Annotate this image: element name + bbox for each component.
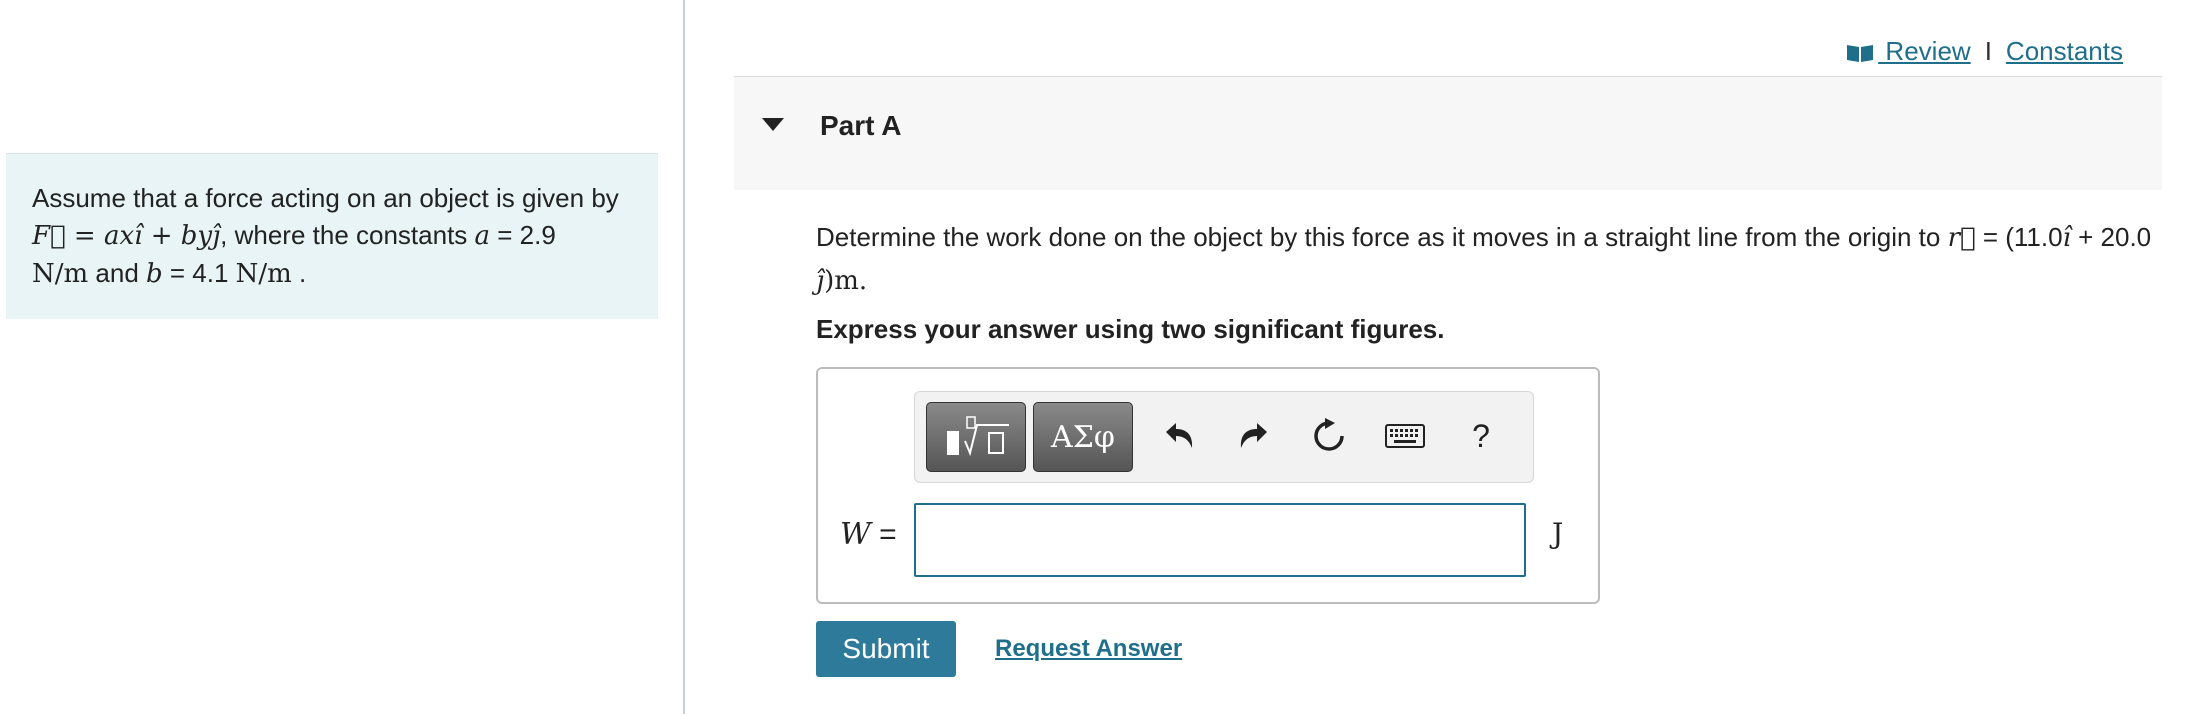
- math-toolbar: ΑΣφ ?: [914, 391, 1534, 483]
- problem-statement-panel: Assume that a force acting on an object …: [6, 153, 658, 319]
- b-unit: N/m: [235, 259, 292, 289]
- link-separator: I: [1984, 36, 1992, 66]
- symbols-button[interactable]: ΑΣφ: [1033, 402, 1133, 472]
- reset-icon[interactable]: [1307, 414, 1351, 458]
- b-value: = 4.1: [162, 258, 236, 288]
- and-text: and: [88, 258, 146, 288]
- constants-link[interactable]: Constants: [2006, 36, 2123, 67]
- review-label: Review: [1878, 36, 1971, 66]
- where-text: , where the constants: [220, 220, 468, 250]
- answer-box: ΑΣφ ? W = J: [816, 367, 1600, 604]
- book-icon: [1847, 45, 1874, 63]
- part-title: Part A: [820, 110, 902, 141]
- question-text: Determine the work done on the object by…: [816, 216, 2161, 302]
- question-body: Determine the work done on the object by…: [816, 222, 1948, 252]
- unit-label: J: [1552, 517, 1564, 550]
- equals-sign: =: [870, 518, 897, 551]
- instruction-text: Express your answer using two significan…: [816, 314, 1445, 344]
- templates-icon: [947, 416, 1009, 457]
- undo-icon[interactable]: [1157, 414, 1201, 458]
- end-text: .: [291, 258, 307, 288]
- keyboard-icon[interactable]: [1383, 414, 1427, 458]
- redo-icon[interactable]: [1232, 414, 1276, 458]
- answer-variable-label: W =: [840, 517, 897, 552]
- templates-button[interactable]: [926, 402, 1026, 472]
- a-variable: a: [474, 221, 491, 251]
- part-header[interactable]: Part A: [734, 77, 2162, 190]
- a-value: = 2.9: [490, 220, 556, 250]
- answer-variable: W: [840, 517, 871, 552]
- triangle-down-icon[interactable]: [762, 118, 784, 131]
- top-links: Review I Constants: [1846, 36, 2123, 67]
- b-variable: b: [146, 259, 163, 289]
- question-tail: )m.: [824, 266, 868, 296]
- i-hat: î: [2062, 223, 2071, 253]
- panel-divider: [683, 0, 685, 714]
- a-unit: N/m: [32, 259, 89, 289]
- submit-button[interactable]: Submit: [816, 621, 956, 677]
- r-vector: r⃗: [1947, 223, 1976, 253]
- force-expression: F⃗ = axî + byĵ: [32, 221, 221, 251]
- j-hat: ĵ: [816, 266, 825, 296]
- question-eq: = (11.0: [1975, 222, 2063, 252]
- intro-text: Assume that a force acting on an object …: [32, 183, 619, 213]
- answer-input[interactable]: [914, 503, 1526, 577]
- review-link[interactable]: Review: [1846, 36, 1971, 67]
- request-answer-link[interactable]: Request Answer: [995, 635, 1182, 663]
- problem-text: Assume that a force acting on an object …: [32, 180, 642, 293]
- help-button[interactable]: ?: [1459, 414, 1503, 458]
- question-plus: + 20.0: [2070, 222, 2152, 252]
